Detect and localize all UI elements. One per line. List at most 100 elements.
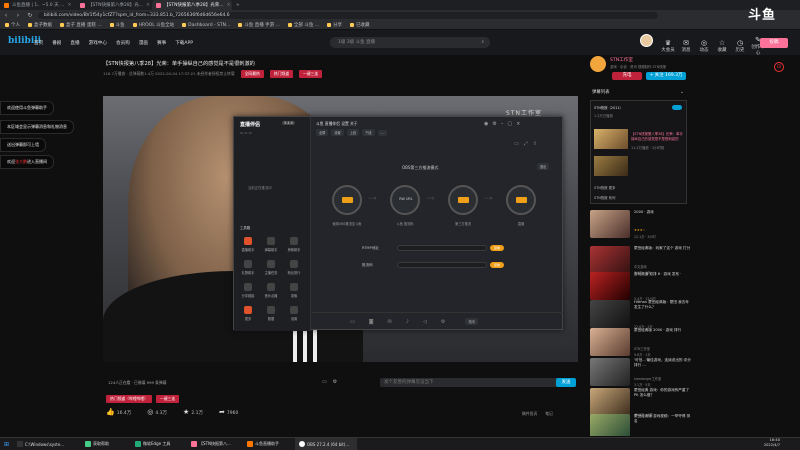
back-icon[interactable]: ‹ <box>0 12 12 19</box>
bookmark-item[interactable]: 斗鱼 <box>109 22 125 28</box>
follow-button[interactable]: + 关注 169.3万 <box>646 72 686 80</box>
uploader-name[interactable]: STN工作室 <box>610 57 633 63</box>
nav-item[interactable]: 赛事 <box>157 40 166 46</box>
maximize-icon[interactable]: ▢ <box>507 121 512 127</box>
start-button[interactable]: ⊞ <box>0 438 13 450</box>
companion-button[interactable]: 设置 <box>331 129 344 136</box>
bookmark-item[interactable]: 斗鱼 直播 手游 ... <box>238 22 280 28</box>
companion-button[interactable]: 下线 <box>362 129 375 136</box>
minimize-icon[interactable]: – <box>501 121 504 127</box>
video-tag[interactable]: 全网最热 <box>240 70 264 78</box>
fav-button[interactable]: ★ 2.1万 <box>183 408 203 416</box>
bookmark-item[interactable]: 分享 <box>327 22 342 28</box>
companion-button[interactable]: 上线 <box>346 129 360 136</box>
tool-share[interactable]: 分享链接 <box>238 283 258 298</box>
header-dynamic-button[interactable]: ◎ 动态 <box>696 39 712 53</box>
bookmark-item[interactable]: HROOL 斗鱼全站 <box>132 22 174 28</box>
reload-icon[interactable]: ↻ <box>24 12 36 19</box>
gear-icon[interactable]: ⚙ <box>492 121 496 127</box>
gear-icon[interactable]: ⚙ <box>441 319 445 325</box>
report-link[interactable]: 稿件投诉 <box>522 411 537 417</box>
taskbar-item[interactable]: C:\Windows\syste... <box>13 438 81 450</box>
tool-record[interactable]: 录像 <box>284 283 304 298</box>
nav-item[interactable]: 游戏中心 <box>89 40 107 46</box>
recommend-item[interactable]: '可怕...'最佳游戏，连续说出的 评分 排行 ... hamberger工作室… <box>590 358 691 391</box>
like-button[interactable]: 👍 16.4万 <box>106 408 131 416</box>
danmaku-list-title[interactable]: 弹幕列表 <box>592 89 610 95</box>
charge-button[interactable]: 充电 <box>612 72 642 80</box>
copy-streamkey-button[interactable]: 复制 <box>490 262 504 268</box>
taskbar-clock[interactable]: 16:40 2022/4/7 <box>764 438 780 448</box>
close-icon[interactable]: × <box>516 121 520 127</box>
taskbar-item-active[interactable]: OBS 27.2.4 (64 bit)... <box>295 437 358 450</box>
playlist-item-title[interactable]: 【STN快报第八季28】光荣：单手操纵自己的感觉是不是很刺激的 <box>631 131 686 141</box>
user-avatar[interactable] <box>640 34 653 47</box>
forward-icon[interactable]: › <box>12 12 24 19</box>
nav-item[interactable]: 漫画 <box>139 40 148 46</box>
close-tab-icon[interactable]: × <box>146 2 150 8</box>
header-message-button[interactable]: ✉ 消息 <box>678 39 694 53</box>
video-tag[interactable]: 一键三连 <box>155 395 180 403</box>
header-fav-button[interactable]: ☆ 收藏 <box>714 39 730 53</box>
tool-gift[interactable]: 礼物助手 <box>238 260 258 275</box>
camera-icon[interactable]: ◙ <box>369 319 374 325</box>
danmaku-settings-icon[interactable]: ⚙ <box>333 379 337 385</box>
bookmark-item[interactable]: Dashboard - STN... <box>182 23 230 28</box>
nav-item[interactable]: 直播 <box>70 40 79 46</box>
video-tag[interactable]: 热门频道 <box>269 70 293 78</box>
copy-rtmp-button[interactable]: 复制 <box>490 245 504 251</box>
header-history-button[interactable]: ◷ 历史 <box>732 39 748 53</box>
new-tab-button[interactable]: + <box>232 0 244 10</box>
rtmp-input[interactable] <box>397 245 487 251</box>
tool-task[interactable]: 主播任务 <box>261 260 281 275</box>
monitor-icon[interactable]: ▭ <box>350 319 355 325</box>
nav-item[interactable]: 会员购 <box>116 40 130 46</box>
bookmark-item[interactable]: 已收藏 <box>350 22 370 28</box>
end-live-button[interactable]: 关闭 <box>465 318 478 325</box>
tool-settings[interactable]: 设置 <box>284 306 304 321</box>
tool-music[interactable]: 音乐点播 <box>261 283 281 298</box>
video-tag[interactable]: 一键三连 <box>299 70 323 78</box>
autoplay-toggle[interactable] <box>672 105 682 110</box>
speaker-icon[interactable]: ◁ <box>423 319 427 325</box>
taskbar-item[interactable]: 【STN快报第八... <box>187 438 243 450</box>
uploader-avatar[interactable] <box>590 56 606 72</box>
tool-live-helper[interactable]: 直播助手 <box>238 237 258 252</box>
bookmark-item[interactable]: 盒子 直播 蛋糕 ... <box>60 22 102 28</box>
playlist-thumbnail[interactable] <box>594 129 628 149</box>
taskbar-item[interactable]: 获取帮助 <box>81 438 131 450</box>
tool-danmaku[interactable]: 弹幕助手 <box>261 237 281 252</box>
companion-button[interactable]: 全屏 <box>316 129 329 136</box>
playlist-more[interactable]: STN快报 更多 <box>594 185 686 190</box>
tool-data[interactable]: 数据 <box>261 306 281 321</box>
recommend-item[interactable]: 蒙田经典版 游戏视频：一举夺得 排名 <box>590 414 690 436</box>
tool-rank[interactable]: 粉丝排行 <box>284 260 304 275</box>
recommend-item[interactable]: 2000 · 游戏 ★★★☆ 12.1万 · 3小时 <box>590 210 690 243</box>
upload-button[interactable]: 投稿 <box>760 38 788 48</box>
companion-button[interactable]: ... <box>377 129 387 136</box>
playlist-thumbnail[interactable] <box>594 156 628 176</box>
chevron-down-icon[interactable]: ⌄ <box>680 89 684 95</box>
site-search-input[interactable]: 1级 3级 斗鱼 直播 ⌕ <box>330 37 490 48</box>
browser-tab[interactable]: 【STN快报第八季28】光... × <box>76 0 152 10</box>
danmaku-input[interactable]: 发个友善的弹幕见证当下 <box>380 378 560 387</box>
nav-item[interactable]: 番剧 <box>52 40 61 46</box>
bookmark-item[interactable]: 全部 斗鱼 ... <box>287 22 319 28</box>
note-link[interactable]: 笔记 <box>545 411 553 417</box>
mic-icon[interactable]: ♪ <box>406 319 409 325</box>
send-danmaku-button[interactable]: 发送 <box>556 378 576 387</box>
browser-tab-active[interactable]: 【STN快报第八季28】光荣... × <box>152 0 232 10</box>
taskbar-item[interactable]: 微软Edge 工具 <box>131 438 187 450</box>
search-icon[interactable]: ⌕ <box>481 37 484 48</box>
nav-item[interactable]: 下载APP <box>175 40 193 46</box>
bookmark-item[interactable]: 个人 <box>5 22 20 28</box>
companion-tab[interactable]: ▭ ▭ ▭ <box>240 131 252 135</box>
chat-icon[interactable]: ✉ <box>388 319 392 325</box>
taskbar-item[interactable]: 斗鱼直播助手 <box>243 438 295 450</box>
bookmark-item[interactable]: 盒子数据 <box>28 22 52 28</box>
tool-more[interactable]: 更多 <box>238 306 258 321</box>
danmaku-toggle-icon[interactable]: ▭ <box>322 379 327 385</box>
browser-tab[interactable]: 斗鱼直播 | 1、~5.0 天 ... × <box>0 0 76 10</box>
user-icon[interactable]: ◉ <box>484 121 488 127</box>
exit-mode-button[interactable]: 退出 <box>537 163 550 170</box>
